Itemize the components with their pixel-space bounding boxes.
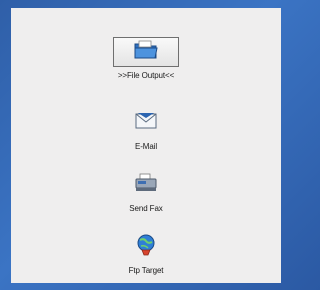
- send-fax-option[interactable]: Send Fax: [113, 170, 179, 213]
- send-fax-button[interactable]: [113, 170, 179, 200]
- ftp-target-option[interactable]: Ftp Target: [113, 232, 179, 275]
- file-output-option[interactable]: >>File Output<<: [113, 37, 179, 80]
- folder-icon: [133, 39, 159, 65]
- output-options-panel: >>File Output<< E-Mail Send Fax Ftp Targ…: [11, 8, 281, 283]
- email-option[interactable]: E-Mail: [113, 108, 179, 151]
- envelope-icon: [134, 111, 158, 135]
- file-output-button[interactable]: [113, 37, 179, 67]
- fax-icon: [134, 173, 158, 197]
- ftp-target-label: Ftp Target: [128, 266, 164, 275]
- ftp-target-button[interactable]: [113, 232, 179, 262]
- email-button[interactable]: [113, 108, 179, 138]
- file-output-label: >>File Output<<: [117, 71, 175, 80]
- globe-icon: [134, 233, 158, 261]
- send-fax-label: Send Fax: [129, 204, 163, 213]
- email-label: E-Mail: [134, 142, 158, 151]
